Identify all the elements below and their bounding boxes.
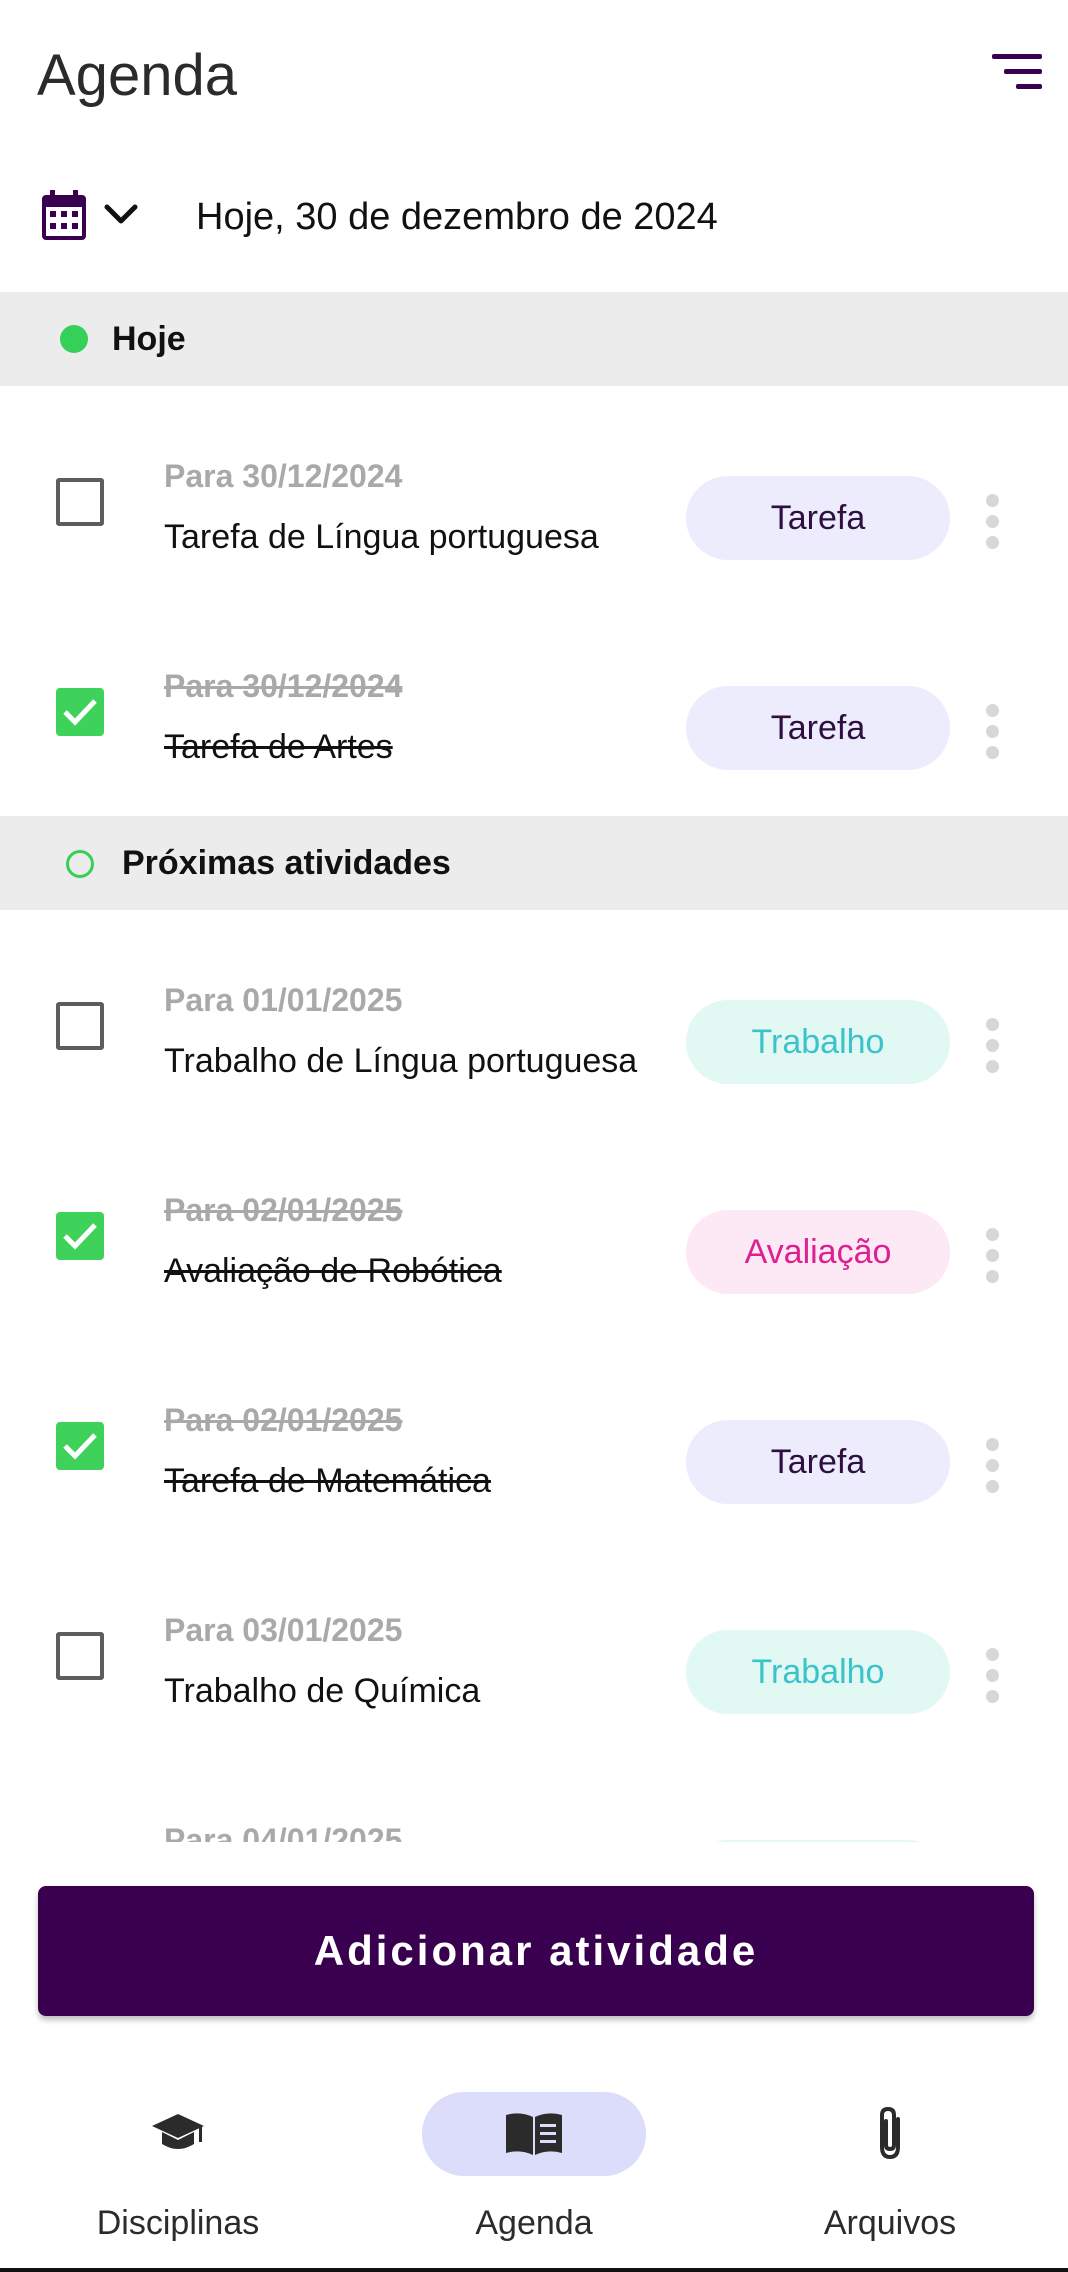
activity-title: Trabalho de Língua portuguesa	[164, 1042, 638, 1080]
gesture-bar	[0, 2268, 1068, 2272]
activity-checkbox-checked[interactable]	[56, 688, 104, 736]
activity-type-badge: Trabalho	[686, 1000, 950, 1084]
activity-checkbox[interactable]	[56, 1632, 104, 1680]
app-header: Agenda	[0, 0, 1068, 160]
activity-item[interactable]: Para 02/01/2025 Tarefa de Matemática Tar…	[0, 1342, 1068, 1552]
status-dot-outline-icon	[66, 850, 94, 878]
activity-due-date: Para 03/01/2025	[164, 1612, 403, 1648]
activity-due-date: Para 02/01/2025	[164, 1192, 403, 1228]
activity-title: Tarefa de Matemática	[164, 1462, 491, 1500]
nav-item-disciplinas[interactable]: Disciplinas	[0, 2060, 356, 2272]
menu-icon[interactable]	[992, 52, 1042, 92]
section-header-upcoming: Próximas atividades	[0, 816, 1068, 910]
date-selector[interactable]: Hoje, 30 de dezembro de 2024	[0, 180, 1068, 280]
activity-item-partial[interactable]: Para 04/01/2025	[0, 1762, 1068, 1842]
calendar-icon[interactable]	[42, 190, 86, 240]
activity-type-badge: Trabalho	[686, 1630, 950, 1714]
checkmark-icon	[63, 1223, 97, 1250]
bottom-navigation: Disciplinas Agenda Arquivos	[0, 2060, 1068, 2272]
chevron-down-icon[interactable]	[103, 202, 139, 228]
open-book-icon	[506, 2113, 562, 2155]
activity-checkbox-checked[interactable]	[56, 1212, 104, 1260]
activity-title: Tarefa de Língua portuguesa	[164, 518, 599, 556]
activity-checkbox-checked[interactable]	[56, 1422, 104, 1470]
activity-due-date: Para 30/12/2024	[164, 458, 403, 494]
activity-item[interactable]: Para 02/01/2025 Avaliação de Robótica Av…	[0, 1132, 1068, 1342]
activity-type-badge: Tarefa	[686, 686, 950, 770]
more-options-icon[interactable]	[980, 1438, 1004, 1494]
activity-type-badge: Avaliação	[686, 1210, 950, 1294]
activity-type-badge	[686, 1840, 950, 1842]
activity-title: Avaliação de Robótica	[164, 1252, 502, 1290]
activity-checkbox[interactable]	[56, 478, 104, 526]
section-label-today: Hoje	[112, 320, 186, 358]
activity-item[interactable]: Para 03/01/2025 Trabalho de Química Trab…	[0, 1552, 1068, 1762]
page-title: Agenda	[37, 43, 237, 108]
graduation-cap-icon	[152, 2114, 204, 2149]
checkmark-icon	[63, 1433, 97, 1460]
agenda-content: Agenda Hoje, 30 de dezembro de 2024 Hoje	[0, 0, 1068, 1842]
nav-label: Disciplinas	[96, 2204, 260, 2242]
more-options-icon[interactable]	[980, 704, 1004, 760]
activity-title: Trabalho de Química	[164, 1672, 481, 1710]
paperclip-icon	[880, 2106, 900, 2160]
section-label-upcoming: Próximas atividades	[122, 844, 451, 882]
activity-item[interactable]: Para 30/12/2024 Tarefa de Artes Tarefa	[0, 608, 1068, 818]
checkmark-icon	[63, 699, 97, 726]
activity-item[interactable]: Para 30/12/2024 Tarefa de Língua portugu…	[0, 398, 1068, 608]
section-header-today: Hoje	[0, 292, 1068, 386]
activity-due-date: Para 30/12/2024	[164, 668, 403, 704]
more-options-icon[interactable]	[980, 1018, 1004, 1074]
activity-checkbox[interactable]	[56, 1002, 104, 1050]
activity-item[interactable]: Para 01/01/2025 Trabalho de Língua portu…	[0, 922, 1068, 1132]
activity-due-date: Para 04/01/2025	[164, 1822, 403, 1842]
activity-type-badge: Tarefa	[686, 1420, 950, 1504]
activity-type-badge: Tarefa	[686, 476, 950, 560]
more-options-icon[interactable]	[980, 1648, 1004, 1704]
nav-item-arquivos[interactable]: Arquivos	[712, 2060, 1068, 2272]
more-options-icon[interactable]	[980, 494, 1004, 550]
activity-due-date: Para 01/01/2025	[164, 982, 403, 1018]
activity-title: Tarefa de Artes	[164, 728, 393, 766]
selected-date-label[interactable]: Hoje, 30 de dezembro de 2024	[196, 196, 718, 239]
nav-label: Agenda	[475, 2204, 593, 2242]
activity-due-date: Para 02/01/2025	[164, 1402, 403, 1438]
status-dot-filled-icon	[60, 325, 88, 353]
add-activity-button[interactable]: Adicionar atividade	[38, 1886, 1034, 2016]
nav-item-agenda[interactable]: Agenda	[356, 2060, 712, 2272]
more-options-icon[interactable]	[980, 1228, 1004, 1284]
nav-label: Arquivos	[823, 2204, 957, 2242]
